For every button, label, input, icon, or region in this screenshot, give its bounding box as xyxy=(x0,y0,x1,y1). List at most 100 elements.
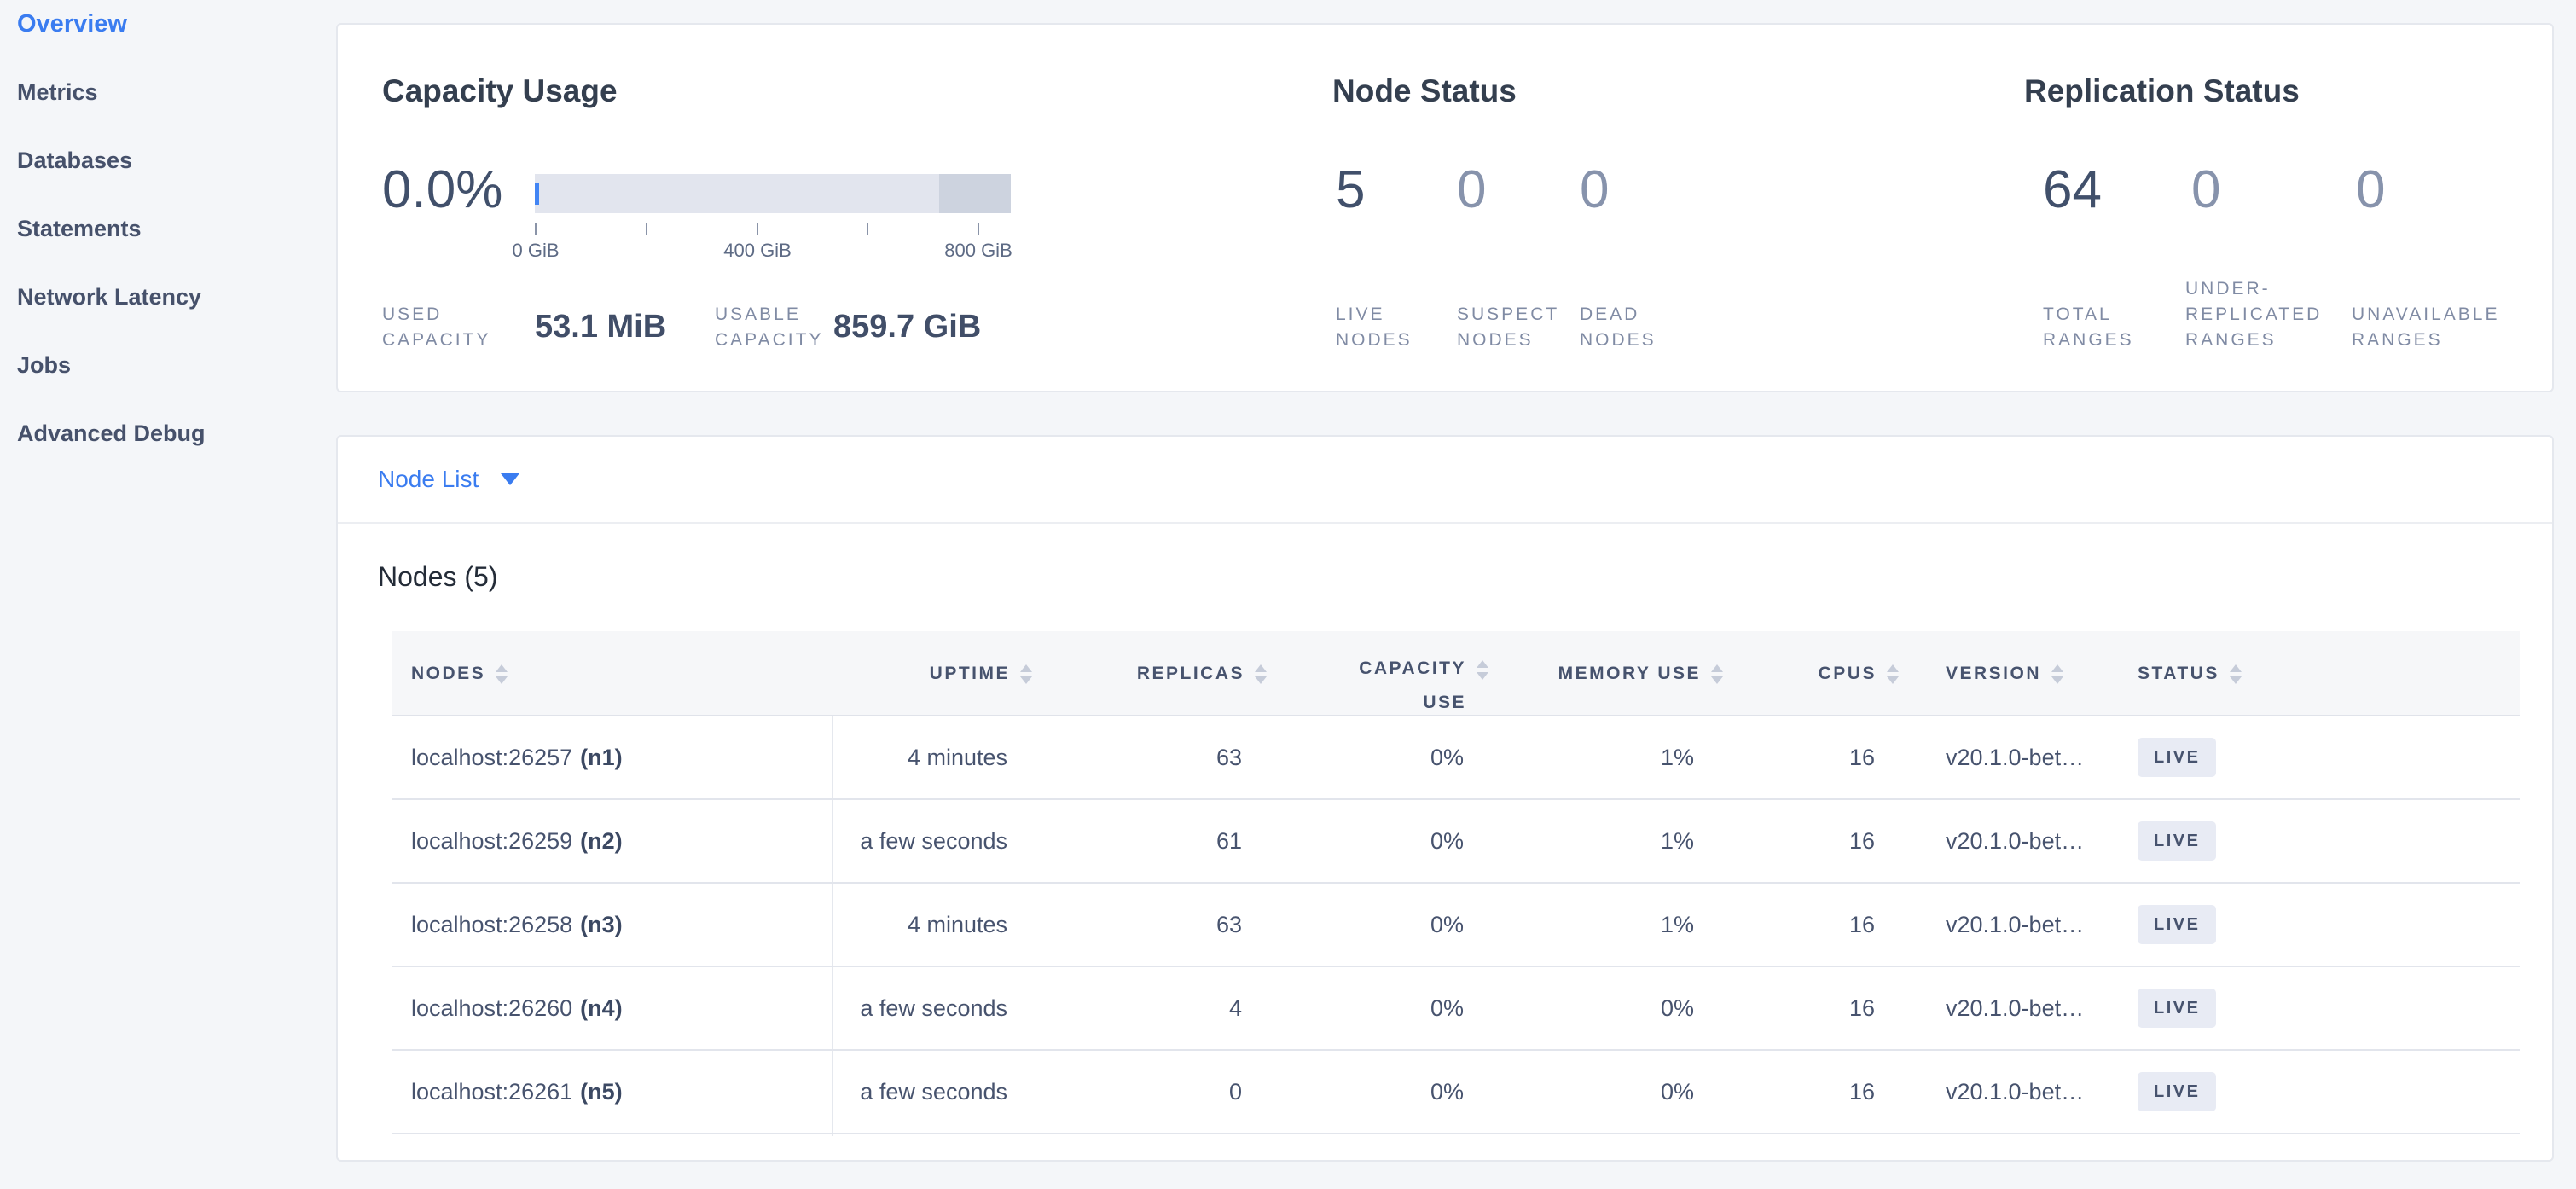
capacity-use-cell: 0% xyxy=(1297,967,1464,1049)
sidebar-item-statements[interactable]: Statements xyxy=(0,194,334,263)
capacity-use-cell: 0% xyxy=(1297,800,1464,882)
axis-tick xyxy=(757,223,758,235)
status-cell: LIVE xyxy=(2138,967,2216,1049)
column-header-status[interactable]: STATUS xyxy=(2138,631,2242,716)
sort-icon xyxy=(1020,664,1032,684)
table-row-node-3[interactable]: localhost:26258(n3) 4 minutes 63 0% 1% 1… xyxy=(392,884,2520,967)
cpus-cell: 16 xyxy=(1723,967,1875,1049)
chevron-down-icon xyxy=(501,473,519,485)
cluster-overview-card: Capacity Usage 0.0% 0 GiB 400 GiB 800 Gi… xyxy=(336,23,2554,392)
capacity-use-cell: 0% xyxy=(1297,884,1464,966)
node-status-title: Node Status xyxy=(1332,73,1517,109)
status-badge: LIVE xyxy=(2138,1072,2216,1111)
uptime-cell: 4 minutes xyxy=(734,884,1007,966)
column-header-replicas[interactable]: REPLICAS xyxy=(1137,631,1267,716)
nodes-table-header: NODES UPTIME REPLICAS CAPACITY USE MEMOR… xyxy=(392,631,2520,716)
capacity-use-cell: 0% xyxy=(1297,716,1464,798)
memory-use-cell: 0% xyxy=(1527,967,1694,1049)
sidebar-item-overview[interactable]: Overview xyxy=(0,0,334,58)
cluster-overview-page: Overview Metrics Databases Statements Ne… xyxy=(0,0,2576,1189)
replicas-cell: 4 xyxy=(1075,967,1242,1049)
column-header-cpus[interactable]: CPUS xyxy=(1819,631,1899,716)
table-row-node-2[interactable]: localhost:26259(n2) a few seconds 61 0% … xyxy=(392,800,2520,884)
column-header-nodes[interactable]: NODES xyxy=(411,631,508,716)
column-header-label: UPTIME xyxy=(930,664,1010,684)
live-nodes-count: 5 xyxy=(1336,160,1365,220)
table-row-node-4[interactable]: localhost:26260(n4) a few seconds 4 0% 0… xyxy=(392,967,2520,1051)
status-cell: LIVE xyxy=(2138,716,2216,798)
column-header-uptime[interactable]: UPTIME xyxy=(930,631,1032,716)
status-badge: LIVE xyxy=(2138,738,2216,777)
uptime-cell: a few seconds xyxy=(734,800,1007,882)
sidebar-item-databases[interactable]: Databases xyxy=(0,126,334,194)
node-id: (n5) xyxy=(580,1079,623,1105)
axis-tick xyxy=(535,223,537,235)
column-header-label: CPUS xyxy=(1819,664,1877,684)
status-badge: LIVE xyxy=(2138,905,2216,944)
column-header-capacity-use[interactable]: CAPACITY USE xyxy=(1354,652,1488,720)
node-address-cell: localhost:26261(n5) xyxy=(411,1051,623,1133)
cpus-cell: 16 xyxy=(1723,884,1875,966)
uptime-cell: 4 minutes xyxy=(734,716,1007,798)
sidebar: Overview Metrics Databases Statements Ne… xyxy=(0,0,334,1189)
dead-nodes-count: 0 xyxy=(1580,160,1609,220)
sidebar-item-jobs[interactable]: Jobs xyxy=(0,331,334,399)
node-address-cell: localhost:26259(n2) xyxy=(411,800,623,882)
version-cell: v20.1.0-bet… xyxy=(1946,884,2103,966)
sidebar-item-metrics[interactable]: Metrics xyxy=(0,58,334,126)
sidebar-item-network-latency[interactable]: Network Latency xyxy=(0,263,334,331)
memory-use-cell: 0% xyxy=(1527,1051,1694,1133)
memory-use-cell: 1% xyxy=(1527,800,1694,882)
sort-icon xyxy=(496,664,508,684)
status-cell: LIVE xyxy=(2138,1051,2216,1133)
status-badge: LIVE xyxy=(2138,821,2216,861)
replicas-cell: 63 xyxy=(1075,716,1242,798)
status-cell: LIVE xyxy=(2138,800,2216,882)
replication-status-title: Replication Status xyxy=(2024,73,2300,109)
version-cell: v20.1.0-bet… xyxy=(1946,716,2103,798)
version-cell: v20.1.0-bet… xyxy=(1946,1051,2103,1133)
usable-capacity-label: USABLE CAPACITY xyxy=(715,302,830,353)
unavailable-ranges-label: UNAVAILABLE RANGES xyxy=(2352,302,2544,353)
memory-use-cell: 1% xyxy=(1527,884,1694,966)
total-ranges-label: TOTAL RANGES xyxy=(2043,302,2162,353)
column-header-label: MEMORY USE xyxy=(1558,664,1701,684)
node-list-dropdown-label: Node List xyxy=(378,466,479,493)
capacity-used-percent: 0.0% xyxy=(382,160,502,220)
sort-icon xyxy=(1255,664,1267,684)
node-address-cell: localhost:26258(n3) xyxy=(411,884,623,966)
axis-tick-label-800: 800 GiB xyxy=(944,240,1012,262)
capacity-bar-reserved-segment xyxy=(939,174,1011,213)
node-address-cell: localhost:26257(n1) xyxy=(411,716,623,798)
uptime-cell: a few seconds xyxy=(734,967,1007,1049)
node-id: (n3) xyxy=(580,912,623,938)
under-replicated-ranges-count: 0 xyxy=(2191,160,2220,220)
node-id: (n4) xyxy=(580,995,623,1022)
divider xyxy=(338,522,2552,524)
sort-icon xyxy=(1887,664,1899,684)
unavailable-ranges-count: 0 xyxy=(2356,160,2385,220)
uptime-cell: a few seconds xyxy=(734,1051,1007,1133)
status-badge: LIVE xyxy=(2138,989,2216,1028)
node-id: (n2) xyxy=(580,828,623,855)
table-row-node-1[interactable]: localhost:26257(n1) 4 minutes 63 0% 1% 1… xyxy=(392,716,2520,800)
capacity-bar-used-segment xyxy=(535,183,539,205)
table-row-node-5[interactable]: localhost:26261(n5) a few seconds 0 0% 0… xyxy=(392,1051,2520,1134)
column-header-label: VERSION xyxy=(1946,664,2041,684)
version-cell: v20.1.0-bet… xyxy=(1946,967,2103,1049)
sidebar-item-advanced-debug[interactable]: Advanced Debug xyxy=(0,399,334,467)
usable-capacity-value: 859.7 GiB xyxy=(833,309,981,345)
axis-tick xyxy=(867,223,868,235)
suspect-nodes-label: SUSPECT NODES xyxy=(1457,302,1585,353)
replicas-cell: 63 xyxy=(1075,884,1242,966)
node-list-dropdown[interactable]: Node List xyxy=(378,455,519,503)
dead-nodes-label: DEAD NODES xyxy=(1580,302,1682,353)
column-header-version[interactable]: VERSION xyxy=(1946,631,2063,716)
capacity-usage-title: Capacity Usage xyxy=(382,73,618,109)
replicas-cell: 0 xyxy=(1075,1051,1242,1133)
node-id: (n1) xyxy=(580,745,623,771)
suspect-nodes-count: 0 xyxy=(1457,160,1486,220)
column-header-memory-use[interactable]: MEMORY USE xyxy=(1558,631,1723,716)
version-cell: v20.1.0-bet… xyxy=(1946,800,2103,882)
live-nodes-label: LIVE NODES xyxy=(1336,302,1434,353)
